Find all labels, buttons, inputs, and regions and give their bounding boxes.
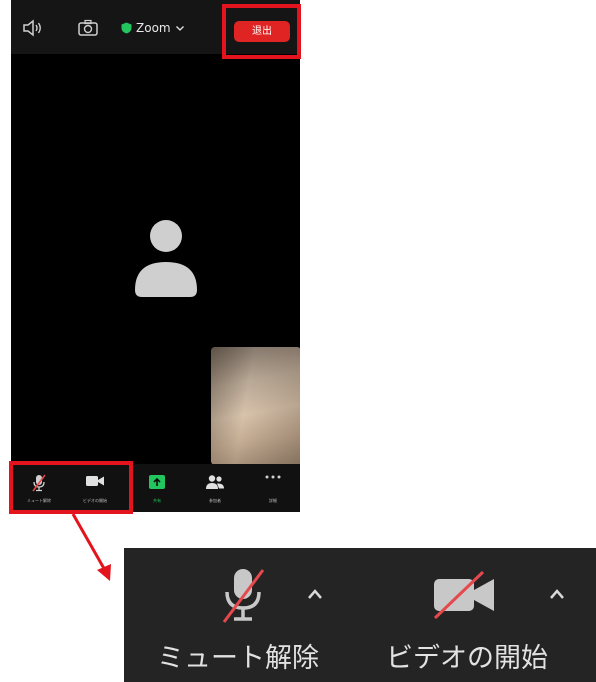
- leave-highlight-box: [222, 4, 301, 59]
- zoom-meeting-screen: Zoom 退出 ミュート解除 ビデオの開始 共有 参加者 詳細: [11, 0, 300, 512]
- more-button[interactable]: 詳細: [245, 464, 300, 512]
- pointer-arrow: [71, 513, 111, 581]
- self-video-preview[interactable]: [211, 347, 300, 465]
- controls-highlight-box: [9, 461, 133, 514]
- muted-mic-icon: [222, 569, 265, 623]
- zoomed-unmute-button[interactable]: ミュート解除: [124, 548, 344, 682]
- caret-up-icon[interactable]: [549, 588, 565, 600]
- chevron-down-icon: [175, 26, 184, 31]
- more-label: 詳細: [269, 498, 277, 503]
- meeting-name-menu[interactable]: Zoom: [121, 20, 185, 36]
- share-screen-icon: [149, 475, 165, 489]
- meeting-name: Zoom: [136, 21, 171, 35]
- camera-switch-icon[interactable]: [77, 19, 99, 37]
- participants-icon: [206, 475, 224, 489]
- participants-button[interactable]: 参加者: [187, 464, 243, 512]
- zoomed-start-video-button[interactable]: ビデオの開始: [344, 548, 596, 682]
- more-icon: [265, 475, 281, 479]
- speaker-icon[interactable]: [21, 19, 43, 37]
- avatar-icon: [135, 220, 197, 297]
- zoomed-controls-panel: ミュート解除 ビデオの開始: [124, 548, 596, 682]
- participants-label: 参加者: [209, 498, 221, 503]
- share-label: 共有: [153, 498, 161, 503]
- shield-icon: [121, 22, 132, 34]
- share-button[interactable]: 共有: [129, 464, 185, 512]
- zoomed-start-video-label: ビデオの開始: [386, 643, 548, 674]
- video-camera-off-icon: [433, 570, 494, 620]
- caret-up-icon[interactable]: [307, 588, 323, 600]
